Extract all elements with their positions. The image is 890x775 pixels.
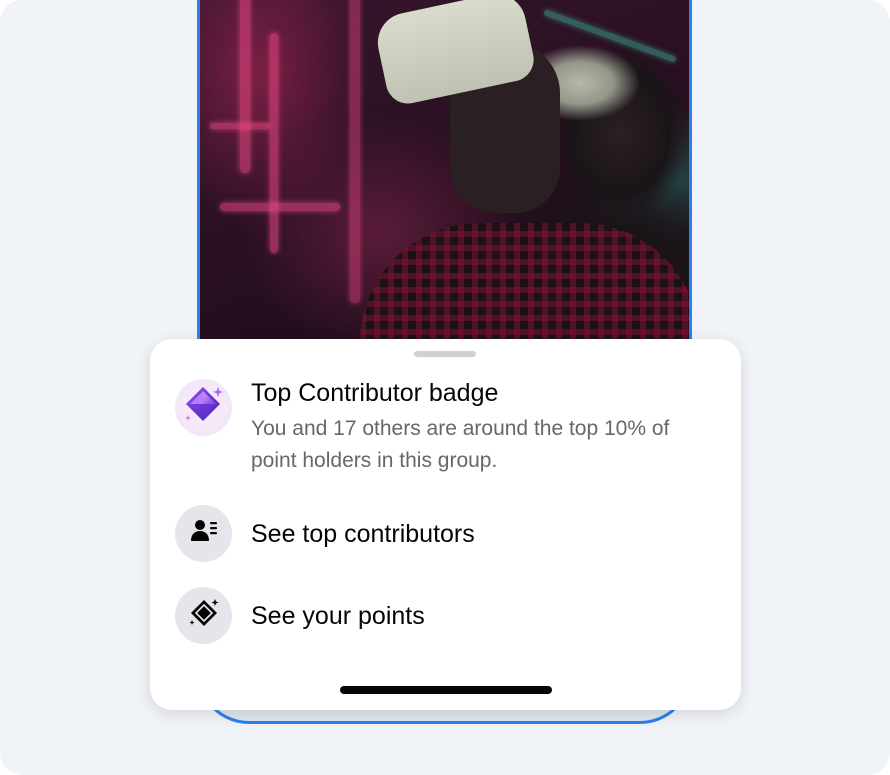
points-icon-circle: [175, 587, 232, 644]
home-indicator: [340, 686, 552, 694]
sheet-grabber[interactable]: [414, 351, 476, 357]
person-list-icon: [190, 517, 218, 550]
see-top-contributors-label: See top contributors: [251, 519, 475, 548]
see-top-contributors-button[interactable]: See top contributors: [175, 505, 475, 562]
bottom-sheet: Top Contributor badge You and 17 others …: [150, 339, 741, 710]
badge-info: Top Contributor badge You and 17 others …: [175, 379, 711, 477]
badge-icon-circle: [175, 379, 232, 436]
badge-title: Top Contributor badge: [251, 379, 499, 407]
canvas: Top Contributor badge You and 17 others …: [0, 0, 890, 775]
see-your-points-label: See your points: [251, 601, 425, 630]
badge-description: You and 17 others are around the top 10%…: [251, 417, 670, 472]
cover-photo: [200, 0, 689, 363]
purple-diamond-badge-icon: [180, 381, 228, 434]
diamond-sparkle-icon: [188, 597, 220, 634]
see-your-points-button[interactable]: See your points: [175, 587, 425, 644]
contributors-icon-circle: [175, 505, 232, 562]
